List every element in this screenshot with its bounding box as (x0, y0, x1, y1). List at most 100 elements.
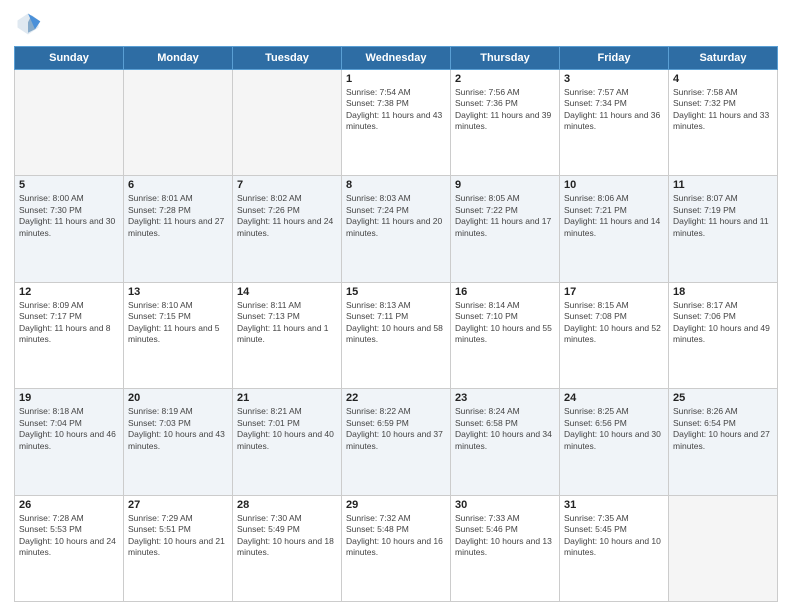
day-info: Sunrise: 8:09 AMSunset: 7:17 PMDaylight:… (19, 300, 119, 346)
day-number: 29 (346, 499, 446, 511)
week-row-5: 26 Sunrise: 7:28 AMSunset: 5:53 PMDayligh… (15, 495, 778, 601)
day-info: Sunrise: 8:26 AMSunset: 6:54 PMDaylight:… (673, 406, 773, 452)
day-number: 16 (455, 286, 555, 298)
page: SundayMondayTuesdayWednesdayThursdayFrid… (0, 0, 792, 612)
day-cell (15, 70, 124, 176)
day-cell: 18 Sunrise: 8:17 AMSunset: 7:06 PMDayligh… (669, 282, 778, 388)
day-cell: 10Sunrise: 8:06 AMSunset: 7:21 PMDayligh… (560, 176, 669, 282)
day-number: 5 (19, 179, 119, 191)
day-cell: 31 Sunrise: 7:35 AMSunset: 5:45 PMDayligh… (560, 495, 669, 601)
day-cell (233, 70, 342, 176)
day-info: Sunrise: 7:57 AMSunset: 7:34 PMDaylight:… (564, 87, 664, 133)
day-cell: 3 Sunrise: 7:57 AMSunset: 7:34 PMDaylight… (560, 70, 669, 176)
day-cell: 23 Sunrise: 8:24 AMSunset: 6:58 PMDayligh… (451, 389, 560, 495)
day-number: 25 (673, 392, 773, 404)
day-info: Sunrise: 8:25 AMSunset: 6:56 PMDaylight:… (564, 406, 664, 452)
calendar: SundayMondayTuesdayWednesdayThursdayFrid… (14, 46, 778, 602)
day-number: 18 (673, 286, 773, 298)
day-cell: 9 Sunrise: 8:05 AMSunset: 7:22 PMDaylight… (451, 176, 560, 282)
day-number: 8 (346, 179, 446, 191)
header (14, 10, 778, 38)
day-info: Sunrise: 8:19 AMSunset: 7:03 PMDaylight:… (128, 406, 228, 452)
day-number: 24 (564, 392, 664, 404)
day-cell: 25 Sunrise: 8:26 AMSunset: 6:54 PMDayligh… (669, 389, 778, 495)
day-cell: 6 Sunrise: 8:01 AMSunset: 7:28 PMDaylight… (124, 176, 233, 282)
day-number: 23 (455, 392, 555, 404)
day-number: 19 (19, 392, 119, 404)
day-cell: 13 Sunrise: 8:10 AMSunset: 7:15 PMDayligh… (124, 282, 233, 388)
weekday-monday: Monday (124, 47, 233, 70)
day-cell: 19 Sunrise: 8:18 AMSunset: 7:04 PMDayligh… (15, 389, 124, 495)
day-cell: 27 Sunrise: 7:29 AMSunset: 5:51 PMDayligh… (124, 495, 233, 601)
day-number: 31 (564, 499, 664, 511)
day-cell: 12 Sunrise: 8:09 AMSunset: 7:17 PMDayligh… (15, 282, 124, 388)
day-info: Sunrise: 8:02 AMSunset: 7:26 PMDaylight:… (237, 193, 337, 239)
day-info: Sunrise: 8:17 AMSunset: 7:06 PMDaylight:… (673, 300, 773, 346)
day-info: Sunrise: 7:54 AMSunset: 7:38 PMDaylight:… (346, 87, 446, 133)
day-number: 12 (19, 286, 119, 298)
day-cell: 28 Sunrise: 7:30 AMSunset: 5:49 PMDayligh… (233, 495, 342, 601)
weekday-header-row: SundayMondayTuesdayWednesdayThursdayFrid… (15, 47, 778, 70)
day-number: 27 (128, 499, 228, 511)
day-cell: 1 Sunrise: 7:54 AMSunset: 7:38 PMDaylight… (342, 70, 451, 176)
day-number: 4 (673, 73, 773, 85)
day-cell (669, 495, 778, 601)
day-info: Sunrise: 7:30 AMSunset: 5:49 PMDaylight:… (237, 513, 337, 559)
weekday-tuesday: Tuesday (233, 47, 342, 70)
day-cell: 21 Sunrise: 8:21 AMSunset: 7:01 PMDayligh… (233, 389, 342, 495)
day-cell: 14 Sunrise: 8:11 AMSunset: 7:13 PMDayligh… (233, 282, 342, 388)
day-cell: 7Sunrise: 8:02 AMSunset: 7:26 PMDaylight… (233, 176, 342, 282)
logo-icon (14, 10, 42, 38)
day-cell: 15 Sunrise: 8:13 AMSunset: 7:11 PMDayligh… (342, 282, 451, 388)
day-cell: 5 Sunrise: 8:00 AMSunset: 7:30 PMDaylight… (15, 176, 124, 282)
day-number: 1 (346, 73, 446, 85)
day-number: 14 (237, 286, 337, 298)
day-info: Sunrise: 8:00 AMSunset: 7:30 PMDaylight:… (19, 193, 119, 239)
day-cell: 8Sunrise: 8:03 AMSunset: 7:24 PMDaylight… (342, 176, 451, 282)
weekday-saturday: Saturday (669, 47, 778, 70)
week-row-1: 1 Sunrise: 7:54 AMSunset: 7:38 PMDaylight… (15, 70, 778, 176)
day-number: 28 (237, 499, 337, 511)
day-cell: 26 Sunrise: 7:28 AMSunset: 5:53 PMDayligh… (15, 495, 124, 601)
weekday-friday: Friday (560, 47, 669, 70)
day-number: 26 (19, 499, 119, 511)
day-info: Sunrise: 8:18 AMSunset: 7:04 PMDaylight:… (19, 406, 119, 452)
day-cell: 22 Sunrise: 8:22 AMSunset: 6:59 PMDayligh… (342, 389, 451, 495)
week-row-3: 12 Sunrise: 8:09 AMSunset: 7:17 PMDayligh… (15, 282, 778, 388)
day-cell: 30Sunrise: 7:33 AMSunset: 5:46 PMDayligh… (451, 495, 560, 601)
day-info: Sunrise: 7:35 AMSunset: 5:45 PMDaylight:… (564, 513, 664, 559)
day-cell: 20 Sunrise: 8:19 AMSunset: 7:03 PMDayligh… (124, 389, 233, 495)
day-number: 21 (237, 392, 337, 404)
day-info: Sunrise: 8:07 AMSunset: 7:19 PMDaylight:… (673, 193, 773, 239)
day-info: Sunrise: 7:33 AMSunset: 5:46 PMDaylight:… (455, 513, 555, 559)
day-number: 22 (346, 392, 446, 404)
day-number: 9 (455, 179, 555, 191)
day-info: Sunrise: 7:32 AMSunset: 5:48 PMDaylight:… (346, 513, 446, 559)
day-cell: 2Sunrise: 7:56 AMSunset: 7:36 PMDaylight… (451, 70, 560, 176)
day-info: Sunrise: 8:21 AMSunset: 7:01 PMDaylight:… (237, 406, 337, 452)
day-info: Sunrise: 7:28 AMSunset: 5:53 PMDaylight:… (19, 513, 119, 559)
day-cell (124, 70, 233, 176)
day-number: 11 (673, 179, 773, 191)
logo (14, 10, 46, 38)
day-number: 10 (564, 179, 664, 191)
day-info: Sunrise: 7:29 AMSunset: 5:51 PMDaylight:… (128, 513, 228, 559)
day-cell: 11 Sunrise: 8:07 AMSunset: 7:19 PMDayligh… (669, 176, 778, 282)
day-number: 3 (564, 73, 664, 85)
day-info: Sunrise: 8:24 AMSunset: 6:58 PMDaylight:… (455, 406, 555, 452)
day-number: 15 (346, 286, 446, 298)
weekday-wednesday: Wednesday (342, 47, 451, 70)
day-cell: 29 Sunrise: 7:32 AMSunset: 5:48 PMDayligh… (342, 495, 451, 601)
week-row-4: 19 Sunrise: 8:18 AMSunset: 7:04 PMDayligh… (15, 389, 778, 495)
day-cell: 24 Sunrise: 8:25 AMSunset: 6:56 PMDayligh… (560, 389, 669, 495)
day-info: Sunrise: 8:13 AMSunset: 7:11 PMDaylight:… (346, 300, 446, 346)
day-info: Sunrise: 8:01 AMSunset: 7:28 PMDaylight:… (128, 193, 228, 239)
day-info: Sunrise: 7:56 AMSunset: 7:36 PMDaylight:… (455, 87, 555, 133)
day-info: Sunrise: 8:10 AMSunset: 7:15 PMDaylight:… (128, 300, 228, 346)
day-info: Sunrise: 8:05 AMSunset: 7:22 PMDaylight:… (455, 193, 555, 239)
day-info: Sunrise: 8:22 AMSunset: 6:59 PMDaylight:… (346, 406, 446, 452)
day-number: 13 (128, 286, 228, 298)
day-number: 6 (128, 179, 228, 191)
day-number: 20 (128, 392, 228, 404)
day-info: Sunrise: 8:11 AMSunset: 7:13 PMDaylight:… (237, 300, 337, 346)
